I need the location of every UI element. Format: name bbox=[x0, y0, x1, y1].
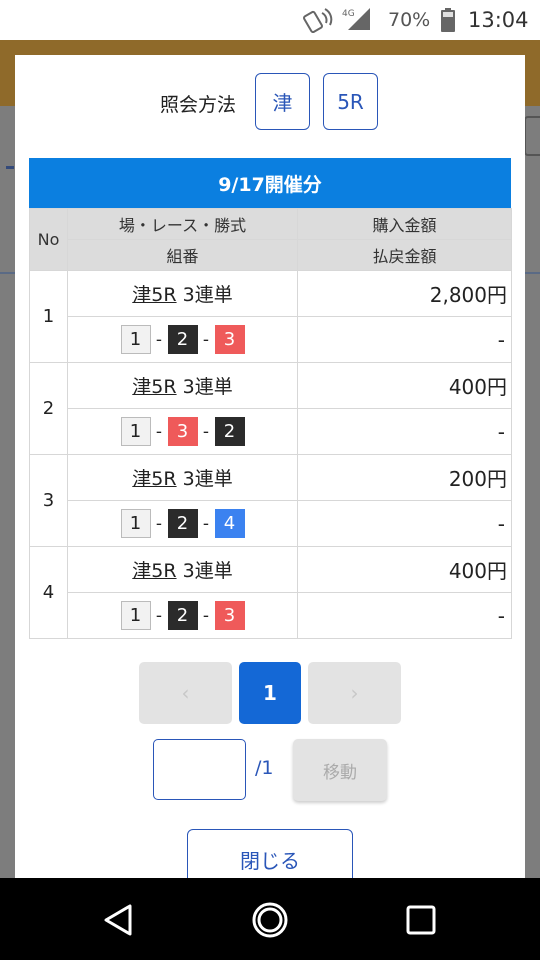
combination: 1-2-4 bbox=[67, 500, 298, 547]
bet-type: 3連単 bbox=[182, 560, 233, 582]
pagination: ‹ 1 › bbox=[15, 662, 525, 724]
query-method-row: 照会方法 津 5R bbox=[15, 73, 525, 131]
table-row: 1-2-3- bbox=[30, 592, 512, 639]
combo-separator: - bbox=[202, 513, 210, 534]
navigation-bar bbox=[0, 878, 540, 960]
results-table-section: 9/17開催分 No 場・レース・勝式 購入金額 組番 払戻金額 1 津5R 3連… bbox=[29, 158, 512, 639]
battery-icon bbox=[441, 8, 455, 32]
nfc-icon bbox=[303, 8, 333, 33]
next-page-button[interactable]: › bbox=[308, 662, 401, 724]
race-link[interactable]: 津5R bbox=[132, 376, 176, 398]
combo-separator: - bbox=[155, 421, 163, 442]
move-button[interactable]: 移動 bbox=[293, 739, 387, 801]
signal-icon: 4G bbox=[342, 8, 370, 30]
boat-number: 1 bbox=[120, 417, 151, 446]
combination: 1-2-3 bbox=[67, 592, 298, 639]
results-table: No 場・レース・勝式 購入金額 組番 払戻金額 1 津5R 3連単 2,800円 1… bbox=[29, 208, 512, 639]
bet-description: 津5R 3連単 bbox=[67, 362, 298, 409]
page-1-button[interactable]: 1 bbox=[239, 662, 301, 724]
boat-number: 2 bbox=[167, 509, 198, 538]
home-icon[interactable] bbox=[250, 900, 290, 940]
race-link[interactable]: 津5R bbox=[132, 468, 176, 490]
race-chip[interactable]: 5R bbox=[323, 73, 378, 130]
purchase-amount: 400円 bbox=[297, 546, 512, 593]
combo-separator: - bbox=[202, 329, 210, 350]
combination: 1-3-2 bbox=[67, 408, 298, 455]
bet-type: 3連単 bbox=[182, 468, 233, 490]
boat-number: 1 bbox=[120, 509, 151, 538]
table-row: 2 津5R 3連単 400円 bbox=[29, 362, 512, 455]
row-number: 4 bbox=[29, 546, 68, 639]
table-row: 4 津5R 3連単 400円 bbox=[29, 546, 512, 639]
boat-number: 4 bbox=[214, 509, 245, 538]
status-bar: 4G 70% 13:04 bbox=[0, 0, 540, 40]
background-marker bbox=[6, 166, 14, 169]
bet-description: 津5R 3連単 bbox=[67, 454, 298, 501]
table-row: 1-2-4- bbox=[30, 500, 512, 547]
close-button[interactable]: 閉じる bbox=[187, 829, 353, 885]
boat-number: 2 bbox=[167, 325, 198, 354]
header-purchase: 購入金額 bbox=[297, 208, 512, 240]
purchase-amount: 200円 bbox=[297, 454, 512, 501]
refund-amount: - bbox=[297, 500, 512, 547]
header-no: No bbox=[29, 208, 68, 271]
bet-type: 3連単 bbox=[182, 284, 233, 306]
table-row: 1 津5R 3連単 2,800円 bbox=[29, 270, 512, 363]
combo-separator: - bbox=[155, 605, 163, 626]
row-number: 2 bbox=[29, 362, 68, 455]
recent-apps-icon[interactable] bbox=[401, 900, 441, 940]
purchase-amount: 400円 bbox=[297, 362, 512, 409]
results-modal: 照会方法 津 5R 9/17開催分 No 場・レース・勝式 購入金額 組番 払戻… bbox=[15, 55, 525, 885]
combo-separator: - bbox=[155, 329, 163, 350]
table-row: 1-3-2- bbox=[30, 408, 512, 455]
header-refund: 払戻金額 bbox=[297, 239, 512, 271]
header-combo: 組番 bbox=[67, 239, 298, 271]
page-number-input[interactable] bbox=[153, 739, 246, 800]
boat-number: 3 bbox=[167, 417, 198, 446]
table-row: 3 津5R 3連単 200円 bbox=[29, 454, 512, 547]
table-row: 1-2-3- bbox=[30, 316, 512, 363]
boat-number: 1 bbox=[120, 601, 151, 630]
refund-amount: - bbox=[297, 592, 512, 639]
clock: 13:04 bbox=[468, 8, 529, 32]
refund-amount: - bbox=[297, 316, 512, 363]
combination: 1-2-3 bbox=[67, 316, 298, 363]
svg-text:4G: 4G bbox=[342, 9, 355, 19]
boat-number: 1 bbox=[120, 325, 151, 354]
header-bet: 場・レース・勝式 bbox=[67, 208, 298, 240]
bet-description: 津5R 3連単 bbox=[67, 546, 298, 593]
prev-page-button[interactable]: ‹ bbox=[139, 662, 232, 724]
boat-number: 3 bbox=[214, 325, 245, 354]
refund-amount: - bbox=[297, 408, 512, 455]
combo-separator: - bbox=[155, 513, 163, 534]
row-number: 1 bbox=[29, 270, 68, 363]
page-jump: /1 移動 bbox=[15, 739, 525, 801]
purchase-amount: 2,800円 bbox=[297, 270, 512, 317]
bet-type: 3連単 bbox=[182, 376, 233, 398]
query-method-label: 照会方法 bbox=[160, 94, 237, 116]
combo-separator: - bbox=[202, 421, 210, 442]
background-control bbox=[524, 116, 540, 156]
boat-number: 2 bbox=[167, 601, 198, 630]
back-icon[interactable] bbox=[100, 900, 140, 940]
page-total: /1 bbox=[255, 757, 274, 779]
bet-description: 津5R 3連単 bbox=[67, 270, 298, 317]
boat-number: 2 bbox=[214, 417, 245, 446]
race-link[interactable]: 津5R bbox=[132, 560, 176, 582]
combo-separator: - bbox=[202, 605, 210, 626]
race-link[interactable]: 津5R bbox=[132, 284, 176, 306]
venue-chip[interactable]: 津 bbox=[255, 73, 310, 130]
row-number: 3 bbox=[29, 454, 68, 547]
results-heading: 9/17開催分 bbox=[29, 158, 511, 208]
boat-number: 3 bbox=[214, 601, 245, 630]
battery-percent: 70% bbox=[388, 9, 431, 31]
